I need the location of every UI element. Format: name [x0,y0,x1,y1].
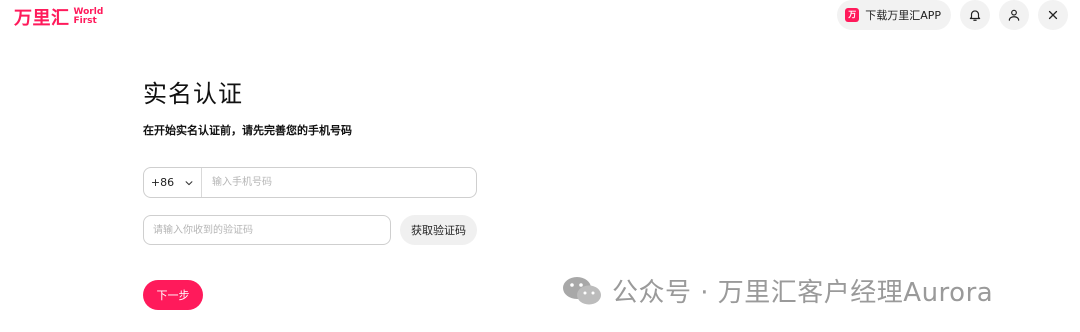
page: 万里汇 World First 万 下载万里汇APP 实名认证 在开始实名认证前… [0,0,1080,332]
close-icon [1048,10,1058,20]
wechat-icon [563,276,601,304]
watermark-text: 公众号 · 万里汇客户经理Aurora [612,278,994,308]
watermark: 公众号 · 万里汇客户经理Aurora [562,272,993,309]
account-button[interactable] [999,0,1029,30]
app-logo-text: 万 [848,10,857,19]
brand-name-en: World First [74,8,104,26]
download-app-button[interactable]: 万 下载万里汇APP [837,0,951,30]
verification-code-input[interactable] [143,215,391,245]
chevron-down-icon [185,180,193,185]
phone-input[interactable] [202,168,476,197]
brand-name-cn: 万里汇 [14,8,70,29]
page-subtitle: 在开始实名认证前，请先完善您的手机号码 [143,124,352,137]
country-code-select[interactable]: +86 [144,168,202,197]
bell-icon [969,10,981,21]
user-icon [1008,9,1020,21]
brand-logo[interactable]: 万里汇 World First [14,4,103,30]
close-button[interactable] [1038,0,1068,30]
app-logo-icon: 万 [845,8,860,22]
country-code-value: +86 [150,176,175,189]
download-app-label: 下载万里汇APP [865,9,941,22]
get-code-button[interactable]: 获取验证码 [400,215,477,245]
next-button[interactable]: 下一步 [143,280,203,310]
phone-field: +86 [143,167,477,198]
page-title: 实名认证 [143,80,243,108]
brand-name-en-line2: First [73,16,97,26]
header-actions: 万 下载万里汇APP [837,0,1068,30]
notifications-button[interactable] [960,0,990,30]
